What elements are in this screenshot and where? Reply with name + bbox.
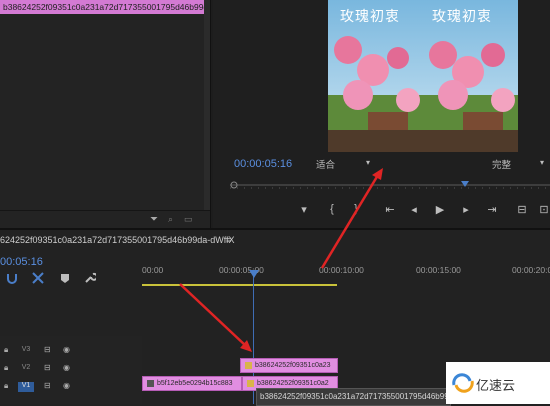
arrow-to-zoom [320, 174, 380, 269]
arrow-to-clip [179, 283, 247, 347]
watermark-text: 亿速云 [476, 379, 516, 394]
logo-icon [452, 373, 474, 393]
annotation-arrows [179, 168, 383, 352]
